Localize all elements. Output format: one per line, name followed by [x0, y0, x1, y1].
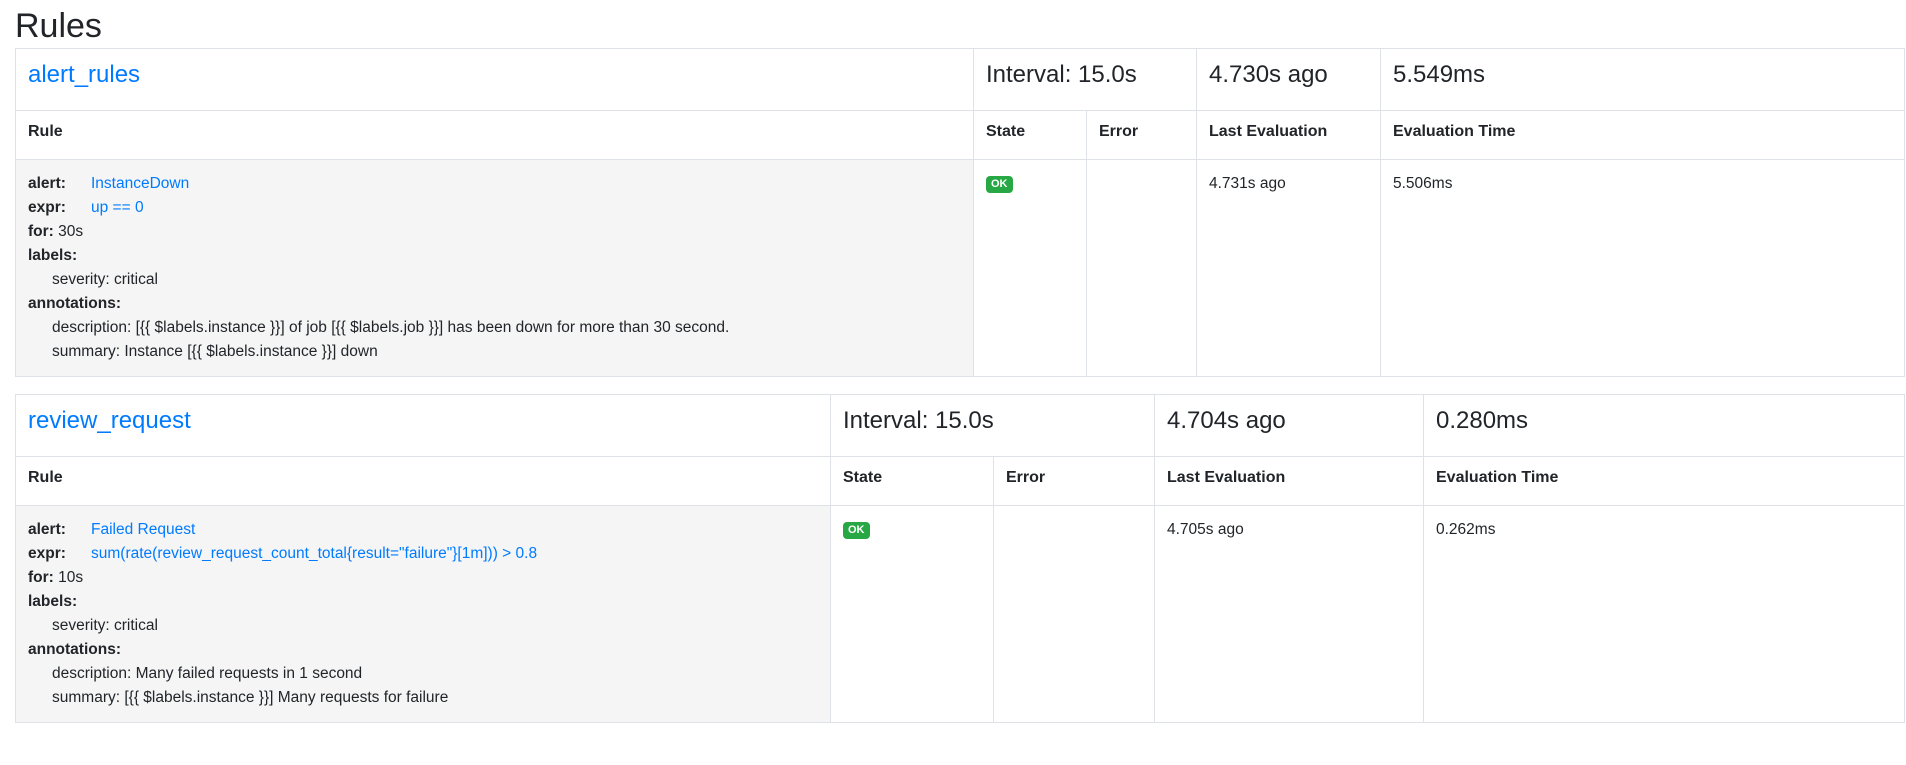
rule-labels-line: labels: [28, 590, 818, 614]
group-last-evaluation: 4.704s ago [1154, 394, 1424, 457]
rule-for-value: 30s [58, 223, 84, 240]
rule-state-cell: OK [973, 159, 1087, 377]
column-header-rule: Rule [15, 110, 974, 160]
column-header-rule: Rule [15, 456, 831, 506]
column-header-evaluation-time: Evaluation Time [1380, 110, 1905, 160]
rule-alert-link[interactable]: Failed Request [91, 521, 195, 538]
group-last-evaluation: 4.730s ago [1196, 48, 1381, 111]
rule-definition-cell: alert: Failed Request expr: sum(rate(revie… [15, 505, 831, 723]
rule-error-cell [993, 505, 1155, 723]
group-header-row: alert_rules Interval: 15.0s 4.730s ago 5… [15, 48, 1905, 111]
state-ok-badge: OK [986, 176, 1013, 193]
rule-labels-line: labels: [28, 244, 961, 268]
rule-for-line: for: 30s [28, 220, 961, 244]
rule-annotations-line: annotations: [28, 292, 961, 316]
column-header-evaluation-time: Evaluation Time [1423, 456, 1905, 506]
group-evaluation-time: 5.549ms [1380, 48, 1905, 111]
table-row: alert: InstanceDown expr: up == 0 for: 30s… [15, 159, 1905, 377]
column-header-state: State [830, 456, 994, 506]
rule-label-item: severity: critical [52, 617, 158, 634]
group-interval: Interval: 15.0s [830, 394, 1155, 457]
group-name-link[interactable]: review_request [28, 407, 191, 434]
group-interval: Interval: 15.0s [973, 48, 1197, 111]
rule-state-cell: OK [830, 505, 994, 723]
rule-expr-link[interactable]: up == 0 [91, 199, 144, 216]
column-header-row: Rule State Error Last Evaluation Evaluat… [15, 456, 1905, 506]
rule-annotations-key: annotations: [28, 641, 121, 658]
column-header-row: Rule State Error Last Evaluation Evaluat… [15, 110, 1905, 160]
group-evaluation-time: 0.280ms [1423, 394, 1905, 457]
rule-expr-line: expr: up == 0 [28, 196, 961, 220]
column-header-last-evaluation: Last Evaluation [1196, 110, 1381, 160]
rule-group-review-request: review_request Interval: 15.0s 4.704s ag… [15, 394, 1905, 723]
rule-labels-key: labels: [28, 593, 78, 610]
rule-expr-key: expr: [28, 199, 66, 216]
rule-expr-key: expr: [28, 545, 66, 562]
rule-annotation-description: description: [{{ $labels.instance }}] of… [52, 319, 730, 336]
rule-annotations-line: annotations: [28, 638, 818, 662]
rule-definition-cell: alert: InstanceDown expr: up == 0 for: 30s… [15, 159, 974, 377]
rule-for-key: for: [28, 569, 54, 586]
group-header-row: review_request Interval: 15.0s 4.704s ag… [15, 394, 1905, 457]
column-header-error: Error [1086, 110, 1197, 160]
rule-annotation-summary: summary: [{{ $labels.instance }}] Many r… [52, 689, 449, 706]
rule-alert-link[interactable]: InstanceDown [91, 175, 189, 192]
rule-error-cell [1086, 159, 1197, 377]
rule-evaluation-time: 5.506ms [1380, 159, 1905, 377]
rules-page: Rules alert_rules Interval: 15.0s 4.730s… [0, 0, 1906, 723]
group-name-cell: review_request [15, 394, 831, 457]
rule-for-line: for: 10s [28, 566, 818, 590]
rule-annotations-key: annotations: [28, 295, 121, 312]
group-name-link[interactable]: alert_rules [28, 61, 140, 88]
table-row: alert: Failed Request expr: sum(rate(revie… [15, 505, 1905, 723]
rule-alert-key: alert: [28, 175, 66, 192]
rule-group-alert-rules: alert_rules Interval: 15.0s 4.730s ago 5… [15, 48, 1905, 377]
column-header-error: Error [993, 456, 1155, 506]
rule-last-evaluation: 4.705s ago [1154, 505, 1424, 723]
rule-last-evaluation: 4.731s ago [1196, 159, 1381, 377]
rule-alert-line: alert: InstanceDown [28, 172, 961, 196]
column-header-state: State [973, 110, 1087, 160]
rule-alert-line: alert: Failed Request [28, 518, 818, 542]
group-name-cell: alert_rules [15, 48, 974, 111]
rule-label-item: severity: critical [52, 271, 158, 288]
rule-for-key: for: [28, 223, 54, 240]
state-ok-badge: OK [843, 522, 870, 539]
rule-annotation-summary: summary: Instance [{{ $labels.instance }… [52, 343, 378, 360]
rule-for-value: 10s [58, 569, 84, 586]
rule-expr-line: expr: sum(rate(review_request_count_total… [28, 542, 818, 566]
rule-alert-key: alert: [28, 521, 66, 538]
rule-evaluation-time: 0.262ms [1423, 505, 1905, 723]
rule-annotation-description: description: Many failed requests in 1 s… [52, 665, 363, 682]
column-header-last-evaluation: Last Evaluation [1154, 456, 1424, 506]
page-title: Rules [15, 7, 102, 45]
rule-expr-link[interactable]: sum(rate(review_request_count_total{resu… [91, 545, 537, 562]
rule-labels-key: labels: [28, 247, 78, 264]
